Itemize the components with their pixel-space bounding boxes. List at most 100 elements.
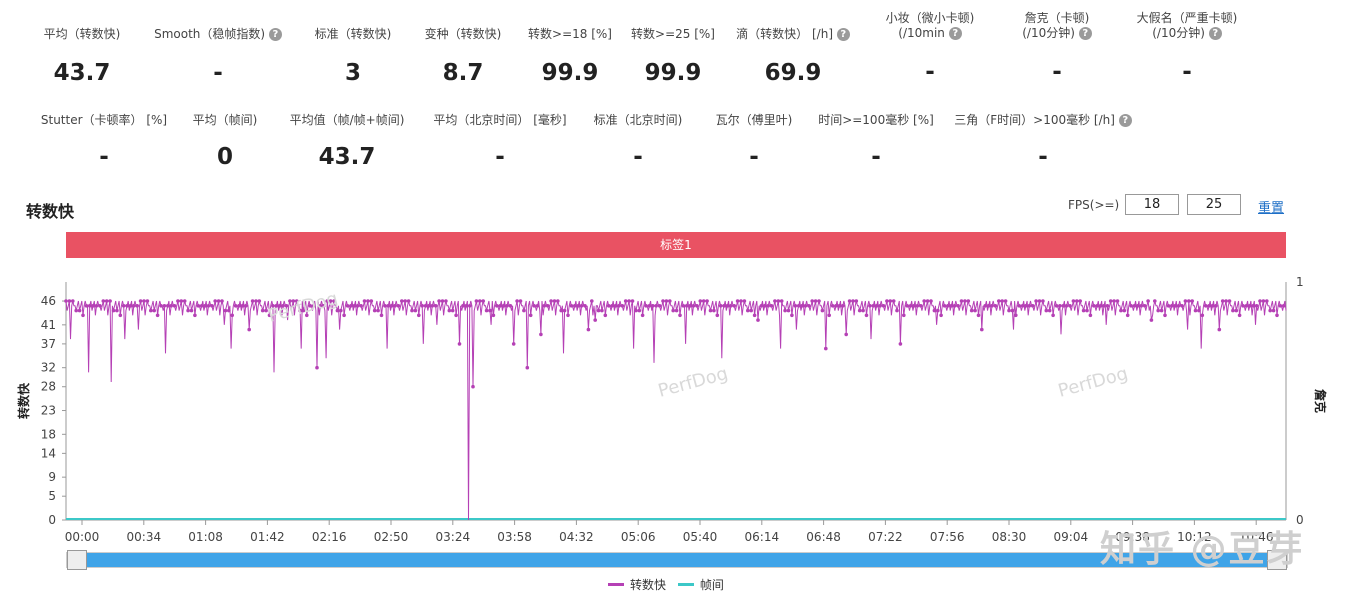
fps-point — [1241, 304, 1245, 308]
fps-point — [1098, 304, 1103, 308]
help-icon[interactable]: ? — [1208, 27, 1222, 40]
fps-point — [1115, 299, 1120, 303]
y-tick-label: 0 — [48, 513, 56, 527]
fps-point — [830, 304, 835, 308]
fps-point — [467, 304, 472, 308]
fps-point — [749, 308, 753, 313]
fps-point — [746, 308, 750, 313]
fps-point — [763, 304, 767, 308]
fps-point — [701, 299, 706, 303]
fps-point — [1200, 313, 1205, 318]
fps-point — [674, 308, 679, 313]
fps-point — [1119, 308, 1123, 313]
fps-point — [437, 299, 441, 303]
fps-point — [681, 304, 686, 308]
fps-point — [820, 308, 825, 313]
fps-point — [478, 299, 482, 303]
fps-point — [1214, 304, 1218, 308]
stat-1: 平均（转数快) 43.7 — [7, 27, 157, 86]
fps-point — [807, 304, 811, 308]
x-tick-label: 00:00 — [65, 530, 100, 544]
fps-point — [227, 308, 231, 313]
fps-point — [851, 299, 855, 303]
fps-point — [152, 308, 156, 313]
help-icon[interactable]: ? — [948, 27, 962, 40]
fps-point — [1187, 299, 1191, 303]
fps-point — [213, 299, 217, 303]
fps-point — [756, 318, 760, 322]
fps-point — [1207, 304, 1211, 308]
fps-threshold-input-1[interactable]: 18 — [1125, 194, 1179, 215]
y-tick-label: 46 — [41, 294, 56, 308]
fps-point — [1129, 304, 1133, 308]
fps-point — [413, 308, 418, 313]
fps-point — [1197, 308, 1201, 313]
fps-point — [725, 304, 730, 308]
fps-point — [718, 304, 723, 308]
help-icon[interactable]: ? — [1118, 114, 1132, 127]
fps-point — [250, 299, 255, 303]
fps-point — [932, 308, 937, 313]
fps-point — [936, 308, 940, 313]
fps-point — [790, 313, 794, 318]
fps-point — [189, 308, 194, 313]
fps-point — [956, 304, 960, 308]
fps-point — [786, 308, 791, 313]
fps-point — [637, 308, 642, 313]
fps-point — [518, 299, 523, 303]
fps-point — [484, 308, 489, 313]
scroll-handle-left[interactable] — [67, 550, 87, 570]
fps-point — [579, 304, 584, 308]
fps-point — [898, 342, 903, 346]
fps-point — [366, 299, 370, 303]
fps-point — [162, 304, 167, 308]
stat-label: 三角（F时间）>100毫秒 [/h] ? — [953, 113, 1133, 128]
brand-watermark: PerfDog — [266, 288, 340, 327]
fps-point — [64, 299, 68, 303]
fps-point — [98, 304, 102, 308]
fps-point — [257, 299, 262, 303]
legend-label-fps: 转数快 — [630, 578, 667, 592]
reset-link[interactable]: 重置 — [1258, 197, 1284, 216]
stat-value: - — [871, 144, 881, 170]
fps-point — [142, 299, 146, 303]
fps-point — [91, 304, 95, 308]
help-icon[interactable]: ? — [1078, 27, 1092, 40]
tag-bar[interactable]: 标签1 — [66, 232, 1286, 258]
fps-point — [101, 299, 106, 303]
fps-point — [1071, 299, 1076, 303]
fps-threshold-input-2[interactable]: 25 — [1187, 194, 1241, 215]
fps-point — [464, 304, 469, 308]
x-tick-label: 01:08 — [188, 530, 223, 544]
fps-point — [664, 299, 669, 303]
help-icon[interactable]: ? — [836, 28, 850, 41]
fps-point — [905, 304, 909, 308]
fps-point — [403, 299, 408, 303]
fps-point — [796, 304, 801, 308]
fps-point — [959, 299, 964, 303]
fps-point — [450, 308, 455, 313]
x-tick-label: 09:04 — [1054, 530, 1089, 544]
fps-point — [71, 299, 75, 303]
fps-point — [864, 313, 869, 318]
fps-point — [457, 342, 462, 346]
fps-point — [1173, 304, 1177, 308]
fps-point — [386, 304, 391, 308]
fps-point — [769, 304, 774, 308]
stat-label: 平均（转数快) — [43, 27, 121, 41]
stat-value: - — [1038, 144, 1048, 170]
fps-point — [186, 308, 190, 313]
fps-point — [132, 304, 136, 308]
fps-point — [902, 313, 906, 318]
fps-point — [1125, 313, 1130, 318]
fps-point — [742, 299, 747, 303]
fps-point — [881, 304, 886, 308]
fps-point — [522, 308, 526, 313]
fps-point — [627, 299, 631, 303]
fps-point — [1227, 299, 1232, 303]
fps-point — [1254, 304, 1259, 308]
fps-point — [1149, 318, 1154, 322]
fps-point — [640, 313, 645, 318]
fps-point — [861, 308, 865, 313]
fps-point — [247, 327, 251, 332]
